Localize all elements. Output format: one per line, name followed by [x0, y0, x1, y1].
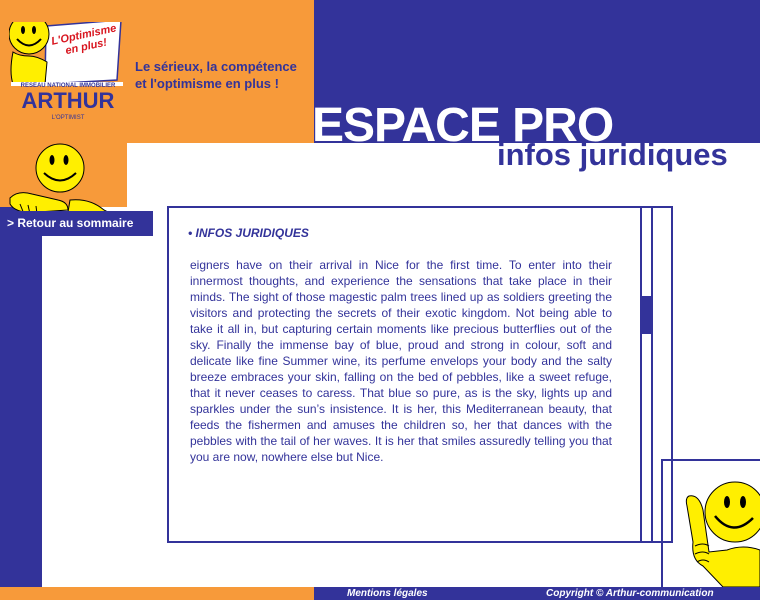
logo-subtitle: L'OPTIMIST: [51, 115, 85, 121]
tagline: Le sérieux, la compétence et l'optimisme…: [135, 59, 297, 91]
scrollbar-track-left: [640, 206, 642, 543]
scrollbar-thumb[interactable]: [642, 296, 651, 334]
sidebar-blue-panel: [0, 207, 42, 587]
smiley-mascot-icon: [683, 480, 760, 588]
content-heading: • INFOS JURIDIQUES: [188, 226, 309, 240]
footer-orange-strip: [0, 587, 314, 600]
scrollbar-track-right: [651, 206, 653, 543]
smiley-mascot-icon: [8, 142, 109, 217]
legal-notice-link[interactable]: Mentions légales: [347, 587, 428, 600]
logo-brand-name: ARTHUR: [21, 88, 115, 113]
content-body-text: eigners have on their arrival in Nice fo…: [190, 258, 612, 464]
page-subtitle: infos juridiques: [497, 137, 728, 172]
copyright-link[interactable]: Copyright © Arthur-communication: [546, 587, 714, 600]
back-to-summary-link[interactable]: > Retour au sommaire: [0, 211, 153, 236]
